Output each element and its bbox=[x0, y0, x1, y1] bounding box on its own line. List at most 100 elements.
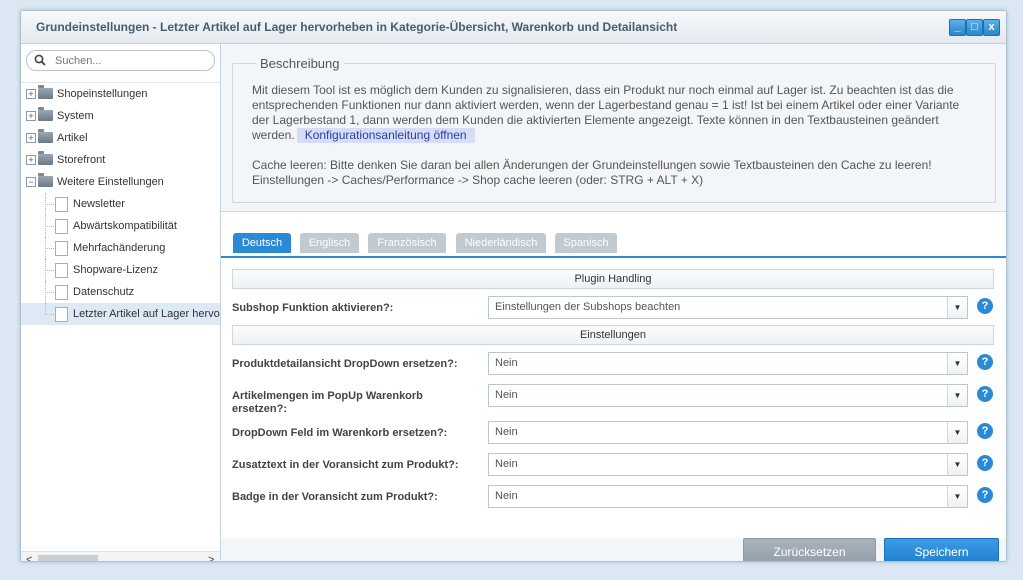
collapse-icon[interactable]: − bbox=[26, 177, 36, 187]
help-icon[interactable]: ? bbox=[977, 298, 993, 314]
tree-item-label: Letzter Artikel auf Lager hervo bbox=[73, 308, 220, 320]
product-detail-dropdown-select[interactable]: Nein ▼ bbox=[488, 352, 968, 375]
tab-englisch[interactable]: Englisch bbox=[300, 233, 359, 253]
field-label: Subshop Funktion aktivieren?: bbox=[232, 302, 394, 314]
document-icon bbox=[55, 307, 68, 322]
tree-item-label: Mehrfachänderung bbox=[73, 242, 166, 254]
search-input[interactable] bbox=[53, 53, 207, 69]
help-icon[interactable]: ? bbox=[977, 455, 993, 471]
tree-item-datenschutz[interactable]: Datenschutz bbox=[21, 281, 220, 303]
cache-path: Einstellungen -> Caches/Performance -> S… bbox=[252, 173, 704, 187]
help-icon[interactable]: ? bbox=[977, 354, 993, 370]
tree-item-letzter-artikel[interactable]: Letzter Artikel auf Lager hervo bbox=[21, 303, 220, 325]
select-value: Nein bbox=[495, 458, 518, 470]
chevron-down-icon[interactable]: ▼ bbox=[947, 486, 967, 507]
folder-icon bbox=[38, 129, 53, 143]
sidebar-horizontal-scrollbar[interactable]: < > bbox=[21, 551, 220, 561]
description-text: Mit diesem Tool ist es möglich dem Kunde… bbox=[252, 83, 977, 188]
tree-item-label: Shopware-Lizenz bbox=[73, 264, 158, 276]
tree-item-label: Weitere Einstellungen bbox=[57, 176, 164, 188]
minimize-icon[interactable]: _ bbox=[949, 19, 966, 36]
expand-icon[interactable]: + bbox=[26, 155, 36, 165]
chevron-down-icon[interactable]: ▼ bbox=[947, 297, 967, 318]
tab-franzoesisch[interactable]: Französisch bbox=[368, 233, 446, 253]
help-icon[interactable]: ? bbox=[977, 487, 993, 503]
section-plugin-handling: Plugin Handling bbox=[232, 269, 994, 289]
select-value: Einstellungen der Subshops beachten bbox=[495, 301, 681, 313]
tree-item-abwaertskompatibilitaet[interactable]: Abwärtskompatibilität bbox=[21, 215, 220, 237]
tree-connector bbox=[45, 270, 54, 271]
search-icon bbox=[34, 54, 46, 69]
field-label: DropDown Feld im Warenkorb ersetzen?: bbox=[232, 427, 448, 439]
folder-icon bbox=[38, 107, 53, 121]
expand-icon[interactable]: + bbox=[26, 89, 36, 99]
tree-item-label: Storefront bbox=[57, 154, 106, 166]
tab-deutsch[interactable]: Deutsch bbox=[233, 233, 291, 253]
cache-hint: Cache leeren: Bitte denken Sie daran bei… bbox=[252, 158, 932, 172]
tree-connector bbox=[45, 248, 54, 249]
chevron-down-icon[interactable]: ▼ bbox=[947, 353, 967, 374]
document-icon bbox=[55, 263, 68, 278]
expand-icon[interactable]: + bbox=[26, 111, 36, 121]
field-label: Artikelmengen im PopUp Warenkorb ersetze… bbox=[232, 390, 423, 415]
search-field[interactable] bbox=[26, 50, 215, 71]
chevron-down-icon[interactable]: ▼ bbox=[947, 454, 967, 475]
select-value: Nein bbox=[495, 389, 518, 401]
preview-badge-select[interactable]: Nein ▼ bbox=[488, 485, 968, 508]
select-value: Nein bbox=[495, 490, 518, 502]
cart-dropdown-select[interactable]: Nein ▼ bbox=[488, 421, 968, 444]
tree-item-label: Newsletter bbox=[73, 198, 125, 210]
tree-item-storefront[interactable]: + Storefront bbox=[21, 149, 220, 171]
section-einstellungen: Einstellungen bbox=[232, 325, 994, 345]
main-panel: Beschreibung Mit diesem Tool ist es mögl… bbox=[221, 44, 1006, 561]
save-button[interactable]: Speichern bbox=[884, 538, 999, 561]
description-legend: Beschreibung bbox=[256, 56, 344, 71]
tree-connector bbox=[45, 226, 54, 227]
settings-tree: + Shopeinstellungen + System + Artikel +… bbox=[21, 82, 220, 325]
tree-item-label: Artikel bbox=[57, 132, 88, 144]
tree-item-label: Datenschutz bbox=[73, 286, 135, 298]
settings-sidebar: + Shopeinstellungen + System + Artikel +… bbox=[21, 44, 221, 561]
help-icon[interactable]: ? bbox=[977, 423, 993, 439]
scroll-right-icon[interactable]: > bbox=[208, 552, 214, 561]
tree-item-label: Abwärtskompatibilität bbox=[73, 220, 177, 232]
chevron-down-icon[interactable]: ▼ bbox=[947, 422, 967, 443]
tree-connector bbox=[45, 314, 54, 315]
chevron-down-icon[interactable]: ▼ bbox=[947, 385, 967, 406]
scroll-left-icon[interactable]: < bbox=[26, 552, 32, 561]
select-value: Nein bbox=[495, 426, 518, 438]
tab-niederlaendisch[interactable]: Niederländisch bbox=[456, 233, 546, 253]
tab-spanisch[interactable]: Spanisch bbox=[555, 233, 617, 253]
tree-item-mehrfachaenderung[interactable]: Mehrfachänderung bbox=[21, 237, 220, 259]
tree-item-shopeinstellungen[interactable]: + Shopeinstellungen bbox=[21, 83, 220, 105]
preview-extra-text-select[interactable]: Nein ▼ bbox=[488, 453, 968, 476]
popup-cart-quantity-select[interactable]: Nein ▼ bbox=[488, 384, 968, 407]
field-label: Zusatztext in der Voransicht zum Produkt… bbox=[232, 459, 459, 471]
config-guide-link[interactable]: Konfigurationsanleitung öffnen bbox=[296, 128, 475, 143]
maximize-icon[interactable]: □ bbox=[966, 19, 983, 36]
tree-item-artikel[interactable]: + Artikel bbox=[21, 127, 220, 149]
window-titlebar[interactable]: Grundeinstellungen - Letzter Artikel auf… bbox=[21, 11, 1006, 44]
document-icon bbox=[55, 241, 68, 256]
reset-button[interactable]: Zurücksetzen bbox=[743, 538, 876, 561]
scrollbar-thumb[interactable] bbox=[38, 555, 98, 561]
close-icon[interactable]: x bbox=[983, 19, 1000, 36]
document-icon bbox=[55, 197, 68, 212]
window-title: Grundeinstellungen - Letzter Artikel auf… bbox=[36, 20, 678, 34]
select-value: Nein bbox=[495, 357, 518, 369]
tree-item-weitere-einstellungen[interactable]: − Weitere Einstellungen bbox=[21, 171, 220, 193]
document-icon bbox=[55, 285, 68, 300]
field-label: Badge in der Voransicht zum Produkt?: bbox=[232, 491, 438, 503]
form-footer: Zurücksetzen Speichern bbox=[221, 538, 1006, 561]
tree-item-newsletter[interactable]: Newsletter bbox=[21, 193, 220, 215]
tree-connector bbox=[45, 292, 54, 293]
document-icon bbox=[55, 219, 68, 234]
tree-item-shopware-lizenz[interactable]: Shopware-Lizenz bbox=[21, 259, 220, 281]
help-icon[interactable]: ? bbox=[977, 386, 993, 402]
expand-icon[interactable]: + bbox=[26, 133, 36, 143]
settings-window: Grundeinstellungen - Letzter Artikel auf… bbox=[20, 10, 1007, 562]
tree-item-system[interactable]: + System bbox=[21, 105, 220, 127]
folder-icon bbox=[38, 85, 53, 99]
subshop-function-select[interactable]: Einstellungen der Subshops beachten ▼ bbox=[488, 296, 968, 319]
tree-item-label: System bbox=[57, 110, 94, 122]
